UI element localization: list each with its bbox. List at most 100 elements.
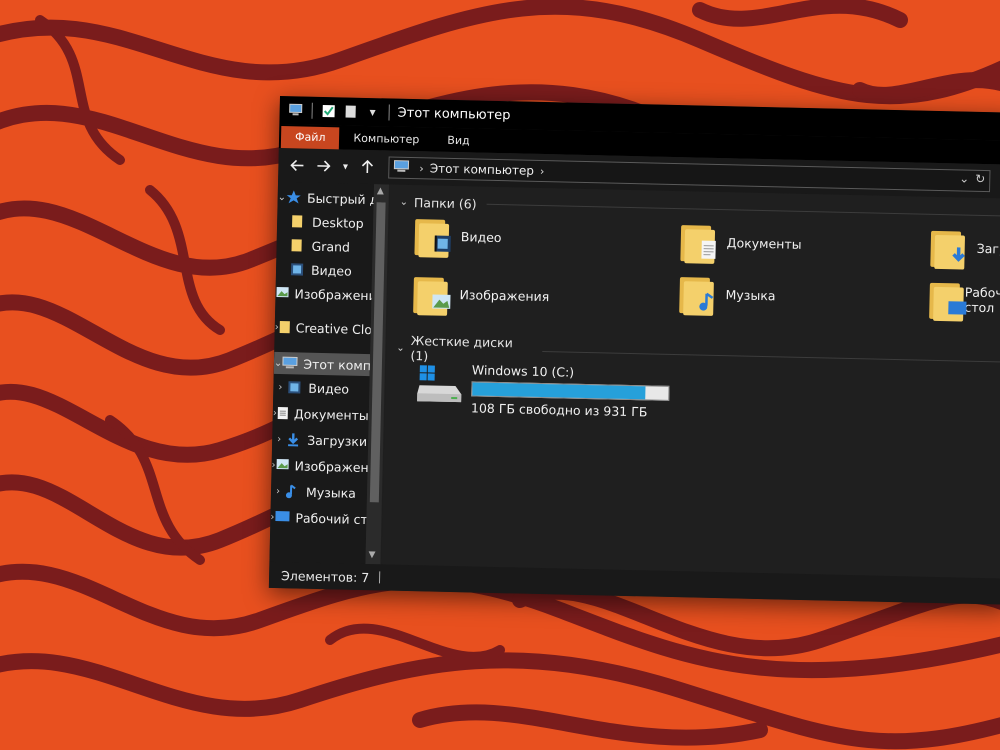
star-icon [286, 190, 302, 204]
recent-locations-button[interactable]: ▾ [338, 155, 352, 177]
quick-access-toolbar: ▾ [287, 102, 391, 121]
folder-label: Изображения [459, 286, 550, 304]
sidebar-item-desktop-pc[interactable]: › Рабочий стол [270, 506, 374, 530]
toolbar-separator [311, 102, 313, 119]
scroll-up-icon[interactable]: ▲ [377, 186, 384, 196]
back-button[interactable] [286, 154, 308, 176]
computer-icon [287, 102, 303, 118]
folder-music[interactable]: Музыка [677, 271, 776, 317]
sidebar-item-documents[interactable]: › Документы [273, 402, 369, 426]
breadcrumb-chevron-icon[interactable]: › [419, 162, 424, 175]
sidebar-item-label: Загрузки [307, 432, 368, 449]
computer-icon [393, 160, 410, 176]
sidebar-item-grand[interactable]: Grand [276, 234, 372, 258]
sidebar-item-this-pc[interactable]: ⌄ Этот компьютер [273, 351, 374, 377]
folder-label: Музыка [725, 286, 776, 303]
chevron-right-icon[interactable]: › [272, 433, 286, 445]
desktop-folder-icon [927, 277, 967, 322]
address-dropdown-icon[interactable]: ⌄ [959, 171, 969, 185]
folder-label: Загрузки [976, 240, 1000, 257]
sidebar-item-label: Creative Cloud Files [295, 319, 375, 338]
drive-c[interactable]: Windows 10 (C:) 108 ГБ свободно из 931 Г… [415, 361, 670, 420]
explorer-body: ⌄ Быстрый доступ Desktop Grand Видео Изо… [269, 181, 1000, 579]
folder-label: Видео [460, 228, 502, 245]
customize-toolbar-icon[interactable]: ▾ [364, 104, 380, 120]
arrow-right-icon [317, 160, 331, 172]
folder-icon [291, 214, 307, 228]
tab-computer[interactable]: Компьютер [339, 127, 433, 151]
folder-downloads[interactable]: Загрузки [928, 225, 1000, 271]
sidebar-item-downloads[interactable]: › Загрузки [272, 428, 368, 452]
document-icon [277, 406, 289, 420]
chevron-down-icon[interactable]: ⌄ [396, 342, 405, 353]
video-icon [290, 262, 306, 276]
toolbar-separator [388, 104, 390, 121]
sidebar-item-label: Быстрый доступ [306, 190, 375, 208]
folder-pictures[interactable]: Изображения [411, 271, 550, 318]
image-icon [275, 458, 289, 472]
desktop-icon [274, 510, 290, 524]
sidebar-item-label: Видео [310, 262, 352, 279]
items-count: Элементов: 7 [280, 567, 370, 585]
computer-icon [282, 356, 298, 370]
chevron-down-icon[interactable]: ⌄ [278, 191, 287, 202]
chevron-down-icon[interactable]: ⌄ [399, 197, 408, 208]
sidebar-item-music[interactable]: › Музыка [271, 480, 367, 504]
folder-desktop[interactable]: Рабочий стол [927, 277, 1000, 323]
folder-icon [290, 238, 306, 252]
new-folder-icon[interactable] [342, 103, 358, 119]
chevron-down-icon[interactable]: ⌄ [274, 357, 283, 368]
folder-video[interactable]: Видео [412, 213, 502, 259]
navigation-pane: ⌄ Быстрый доступ Desktop Grand Видео Изо… [269, 181, 375, 565]
sidebar-item-label: Изображения [294, 457, 375, 475]
sidebar-item-label: Документы [293, 405, 369, 423]
pictures-folder-icon [411, 271, 454, 316]
sidebar-item-pictures[interactable]: › Изображения [271, 454, 375, 478]
folder-documents[interactable]: Документы [678, 219, 802, 266]
chevron-right-icon[interactable]: › [273, 381, 287, 393]
music-folder-icon [677, 271, 720, 316]
sidebar-item-pictures-quick[interactable]: Изображения [275, 282, 375, 306]
sidebar-item-video[interactable]: › Видео [273, 376, 369, 400]
image-icon [275, 286, 289, 300]
sidebar-item-label: Desktop [311, 214, 364, 231]
status-separator [379, 571, 381, 584]
sidebar-item-quick-access[interactable]: ⌄ Быстрый доступ [277, 186, 375, 210]
breadcrumb-location[interactable]: Этот компьютер [430, 161, 534, 177]
arrow-up-icon [361, 159, 374, 174]
drive-usage-fill [472, 382, 646, 400]
chevron-right-icon[interactable]: › [271, 485, 285, 497]
tab-file[interactable]: Файл [280, 126, 340, 150]
sidebar-item-label: Видео [308, 380, 350, 397]
divider [486, 203, 1000, 217]
up-button[interactable] [356, 156, 378, 178]
tab-view[interactable]: Вид [433, 129, 484, 152]
drive-free-space: 108 ГБ свободно из 931 ГБ [470, 400, 648, 420]
properties-icon[interactable] [320, 103, 336, 119]
sidebar-item-video-quick[interactable]: Видео [276, 258, 372, 282]
sidebar-item-creative-cloud[interactable]: › Creative Cloud Files [275, 316, 375, 340]
video-folder-icon [412, 213, 455, 258]
sidebar-item-desktop[interactable]: Desktop [277, 210, 373, 234]
scroll-down-icon[interactable]: ▼ [368, 550, 375, 560]
music-icon [285, 484, 301, 499]
divider [542, 350, 1000, 363]
hard-drive-icon [415, 361, 464, 406]
folders-group-heading: Папки (6) [413, 195, 477, 212]
sidebar-item-label: Этот компьютер [303, 356, 375, 374]
refresh-icon[interactable]: ↻ [975, 172, 985, 186]
arrow-left-icon [290, 159, 304, 171]
sidebar-item-label: Рабочий стол [295, 509, 375, 527]
sidebar-item-label: Музыка [305, 484, 357, 501]
drive-usage-bar [471, 381, 670, 401]
folder-icon [279, 320, 291, 334]
content-pane: ⌄ Папки (6) Видео Документы Загрузки Изо… [381, 184, 1000, 579]
downloads-folder-icon [928, 225, 971, 270]
folder-label: Рабочий стол [964, 284, 1000, 316]
forward-button[interactable] [312, 155, 334, 177]
breadcrumb-chevron-icon[interactable]: › [540, 164, 545, 177]
documents-folder-icon [678, 219, 721, 264]
drive-name: Windows 10 (C:) [471, 362, 575, 380]
sidebar-item-label: Изображения [294, 285, 375, 303]
download-icon [286, 432, 302, 447]
